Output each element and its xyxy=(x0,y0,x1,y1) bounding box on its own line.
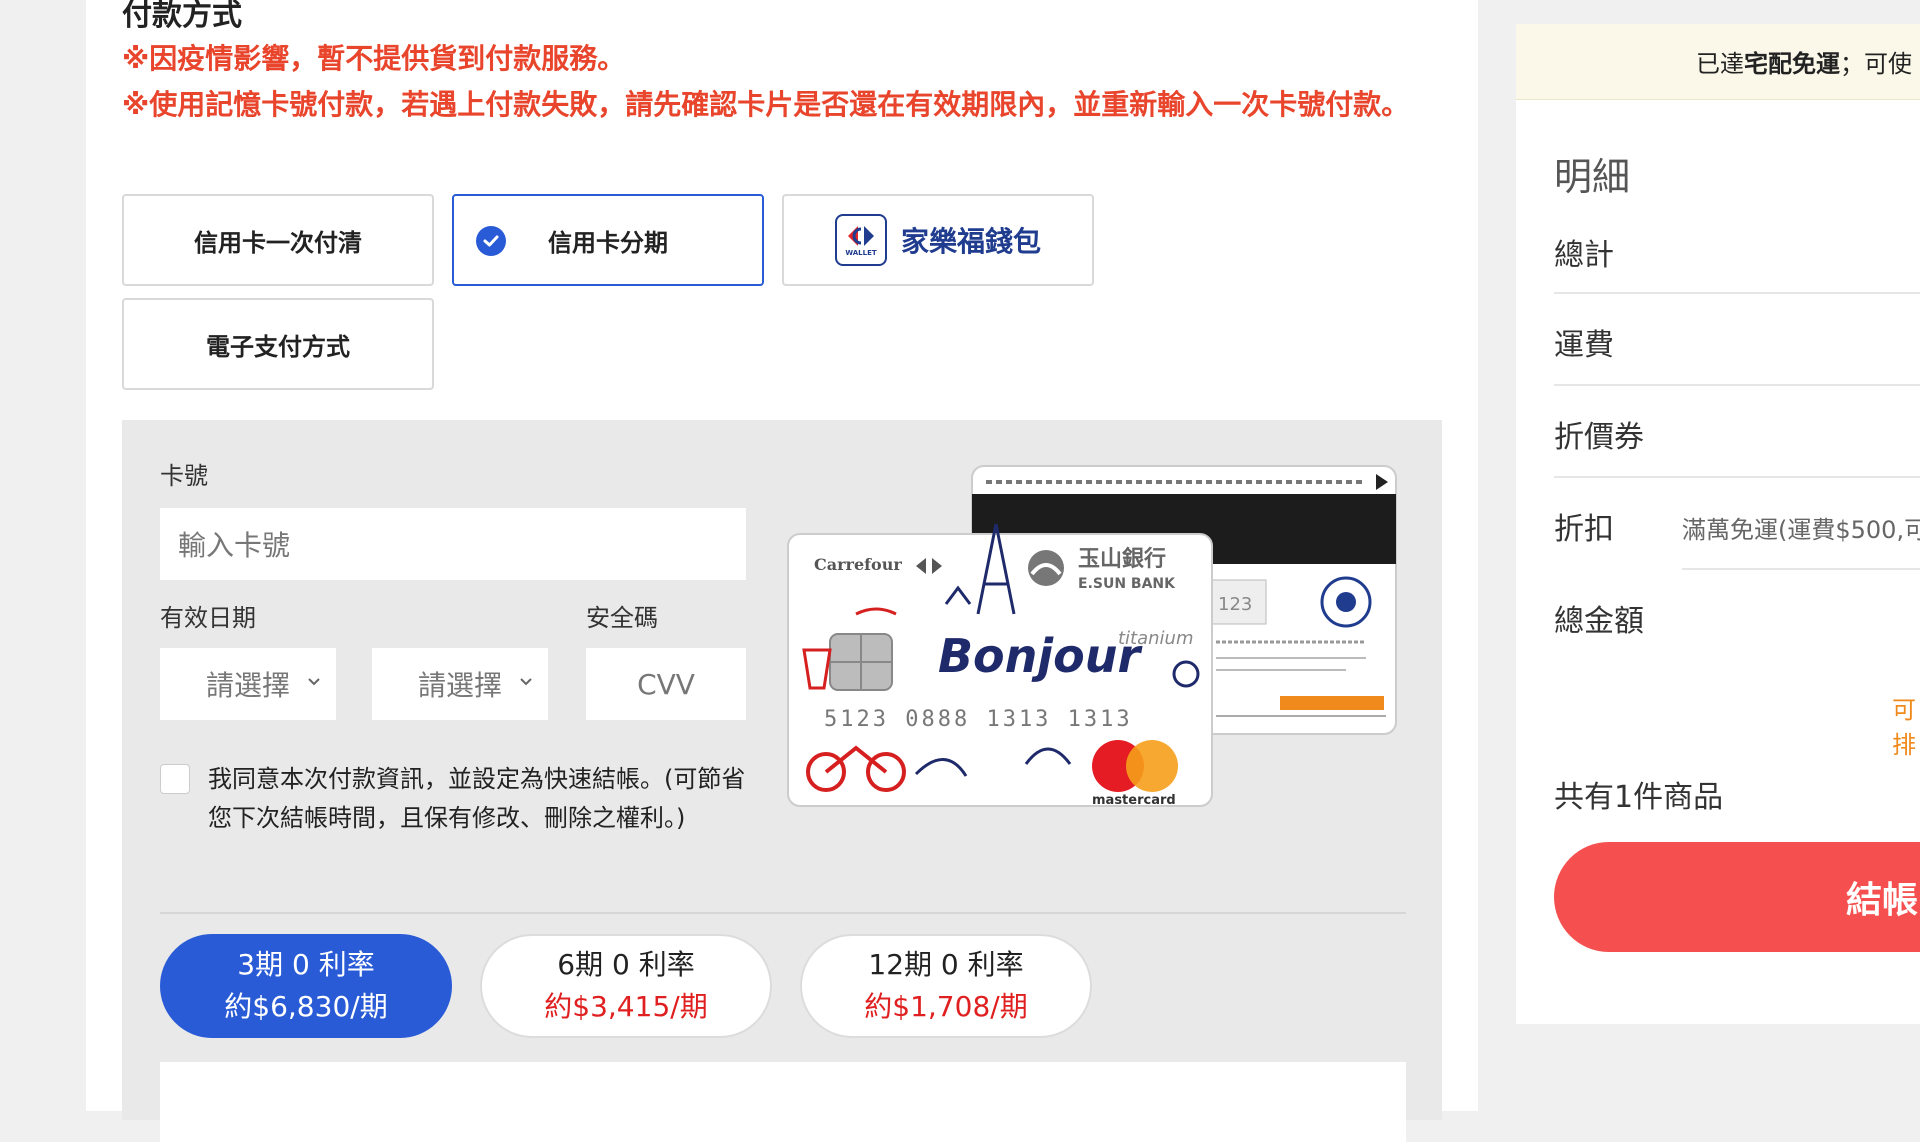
credit-once-label: 信用卡一次付清 xyxy=(194,228,362,257)
wallet-button[interactable]: WALLET 家樂福錢包 xyxy=(782,194,1094,286)
expiry-label: 有效日期 xyxy=(160,604,256,632)
checkmark-icon xyxy=(476,226,506,256)
card-bank-cn: 玉山銀行 xyxy=(1078,546,1166,572)
installment-12-per: 約$1,708/期 xyxy=(864,990,1028,1023)
card-brand: Carrefour xyxy=(814,555,902,574)
installment-6-option[interactable]: 6期 0 利率 約$3,415/期 xyxy=(480,934,772,1038)
checkout-button[interactable]: 結帳 xyxy=(1554,842,1920,952)
notice-no-cod: ※因疫情影響，暫不提供貨到付款服務。 xyxy=(122,42,626,75)
shipping-bold: 宅配免運 xyxy=(1744,50,1840,78)
row-total-label: 總計 xyxy=(1554,238,1614,273)
summary-title: 明細 xyxy=(1554,155,1631,199)
row-coupon-label: 折價券 xyxy=(1554,420,1644,455)
installment-12-option[interactable]: 12期 0 利率 約$1,708/期 xyxy=(800,934,1092,1038)
form-divider xyxy=(160,912,1406,914)
carrefour-wallet-icon: WALLET xyxy=(834,214,887,266)
shipping-prefix: 已達 xyxy=(1696,50,1744,78)
chevron-down-icon xyxy=(308,678,320,686)
row-discount-label: 折扣 xyxy=(1554,512,1614,547)
row-divider xyxy=(1554,476,1920,478)
notice-saved-card: ※使用記憶卡號付款，若遇上付款失敗，請先確認卡片是否還在有效期限內，並重新輸入一… xyxy=(122,88,1410,121)
cvv-input[interactable]: CVV xyxy=(586,648,746,720)
checkout-label: 結帳 xyxy=(1846,880,1919,921)
installment-12-plan: 12期 0 利率 xyxy=(868,948,1024,981)
agree-text: 我同意本次付款資訊，並設定為快速結帳。(可節省您下次結帳時間，且保有修改、刪除之… xyxy=(208,765,746,832)
credit-installment-button[interactable]: 信用卡分期 xyxy=(452,194,764,286)
expiry-month-value: 請選擇 xyxy=(205,669,290,702)
wallet-logo-text: WALLET xyxy=(845,249,877,257)
row-divider xyxy=(1554,292,1920,294)
agree-checkbox[interactable] xyxy=(160,764,190,794)
epay-button[interactable]: 電子支付方式 xyxy=(122,298,434,390)
row-divider xyxy=(1554,384,1920,386)
installment-6-plan: 6期 0 利率 xyxy=(557,948,695,981)
row-shipping-label: 運費 xyxy=(1554,328,1614,363)
credit-installment-label: 信用卡分期 xyxy=(548,228,668,257)
card-number-input[interactable]: 輸入卡號 xyxy=(160,508,746,580)
free-shipping-bar: 已達 宅配免運 ；可使 xyxy=(1516,24,1920,100)
installment-3-option[interactable]: 3期 0 利率 約$6,830/期 xyxy=(160,934,452,1038)
row-divider xyxy=(1682,568,1920,570)
card-network: mastercard xyxy=(1092,793,1176,808)
row-grand-total-label: 總金額 xyxy=(1554,604,1644,639)
expiry-year-value: 請選擇 xyxy=(417,669,502,702)
card-tag: Bonjour xyxy=(938,629,1144,683)
epay-label: 電子支付方式 xyxy=(206,332,350,361)
installment-note-box xyxy=(160,1062,1406,1142)
expiry-year-select[interactable]: 請選擇 xyxy=(372,648,548,720)
credit-card-illustration: 123 Carrefour 玉山銀行 E.SUN BANK Bonjour ti… xyxy=(786,464,1398,808)
card-bank-en: E.SUN BANK xyxy=(1078,576,1176,592)
payment-section-title: 付款方式 xyxy=(122,0,242,33)
expiry-month-select[interactable]: 請選擇 xyxy=(160,648,336,720)
card-back-cvv: 123 xyxy=(1218,594,1252,615)
card-tier: titanium xyxy=(1118,628,1194,649)
installment-6-per: 約$3,415/期 xyxy=(544,990,708,1023)
chevron-down-icon xyxy=(520,678,532,686)
wallet-label: 家樂福錢包 xyxy=(900,225,1041,258)
shipping-suffix: ；可使 xyxy=(1840,50,1912,78)
item-count: 共有1件商品 xyxy=(1554,780,1724,815)
card-number-sample: 5123 0888 1313 1313 xyxy=(824,707,1133,732)
credit-once-button[interactable]: 信用卡一次付清 xyxy=(122,194,434,286)
orange-hint: 可排 xyxy=(1892,696,1916,759)
discount-detail: 滿萬免運(運費$500,可 xyxy=(1682,516,1920,544)
cvv-label: 安全碼 xyxy=(586,604,658,632)
installment-3-plan: 3期 0 利率 xyxy=(237,948,375,981)
card-number-label: 卡號 xyxy=(160,462,208,490)
installment-3-per: 約$6,830/期 xyxy=(224,990,388,1023)
card-front-image: Carrefour 玉山銀行 E.SUN BANK Bonjour titani… xyxy=(787,523,1213,808)
